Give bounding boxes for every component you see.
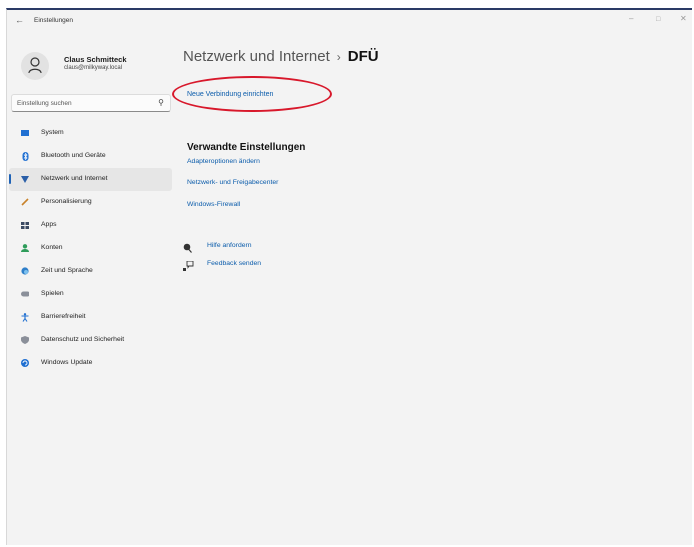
sidebar-item-apps[interactable]: Apps xyxy=(9,214,172,237)
breadcrumb-separator: › xyxy=(336,50,341,64)
page-title: Netzwerk und Internet › DFÜ xyxy=(183,48,379,65)
sidebar-item-label: Apps xyxy=(41,221,57,228)
feedback-label: Feedback senden xyxy=(207,260,262,267)
sidebar-item-label: Netzwerk und Internet xyxy=(41,175,108,182)
sidebar-nav: System Bluetooth und Geräte Netzwerk und… xyxy=(9,122,177,375)
gamepad-icon xyxy=(21,290,29,298)
avatar xyxy=(21,52,49,80)
windows-firewall-link[interactable]: Windows-Firewall xyxy=(187,201,240,208)
sidebar-item-accounts[interactable]: Konten xyxy=(9,237,172,260)
accessibility-icon xyxy=(21,312,29,322)
clock-globe-icon xyxy=(21,267,29,275)
help-icon xyxy=(183,240,193,253)
minimize-button[interactable]: – xyxy=(629,14,633,23)
network-sharing-center-link[interactable]: Netzwerk- und Freigabecenter xyxy=(187,179,278,186)
title-bar: ← Einstellungen – □ ✕ xyxy=(7,10,692,32)
network-icon xyxy=(21,175,29,183)
sidebar-item-label: Zeit und Sprache xyxy=(41,267,93,274)
sidebar-item-gaming[interactable]: Spielen xyxy=(9,283,172,306)
bluetooth-icon xyxy=(21,151,29,161)
sidebar-item-accessibility[interactable]: Barrierefreiheit xyxy=(9,306,172,329)
close-button[interactable]: ✕ xyxy=(680,14,687,23)
system-icon xyxy=(21,129,29,137)
person-icon xyxy=(28,57,42,74)
maximize-button[interactable]: □ xyxy=(656,16,660,23)
help-label: Hilfe anfordern xyxy=(207,242,252,249)
search-placeholder: Einstellung suchen xyxy=(17,100,72,107)
active-indicator xyxy=(9,174,11,184)
app-title: Einstellungen xyxy=(34,17,74,24)
user-profile[interactable]: Claus Schmitteck claus@milkyway.local xyxy=(17,52,177,92)
adapter-options-link[interactable]: Adapteroptionen ändern xyxy=(187,158,260,165)
sidebar-item-privacy-security[interactable]: Datenschutz und Sicherheit xyxy=(9,329,172,352)
sidebar-item-bluetooth[interactable]: Bluetooth und Geräte xyxy=(9,145,172,168)
sidebar-item-label: Datenschutz und Sicherheit xyxy=(41,336,125,343)
sidebar-item-windows-update[interactable]: Windows Update xyxy=(9,352,172,375)
apps-icon xyxy=(21,221,29,229)
settings-window: ← Einstellungen – □ ✕ Claus Schmitteck c… xyxy=(6,8,692,545)
sidebar-item-time-language[interactable]: Zeit und Sprache xyxy=(9,260,172,283)
sidebar-item-label: Personalisierung xyxy=(41,198,92,205)
sidebar-item-label: Bluetooth und Geräte xyxy=(41,152,106,159)
shield-icon xyxy=(21,336,29,344)
accounts-person-icon xyxy=(21,244,29,252)
sidebar-item-network[interactable]: Netzwerk und Internet xyxy=(9,168,172,191)
feedback-icon xyxy=(183,258,194,271)
sidebar-item-label: System xyxy=(41,129,64,136)
sidebar-item-label: Barrierefreiheit xyxy=(41,313,86,320)
sidebar-item-system[interactable]: System xyxy=(9,122,172,145)
back-arrow-icon[interactable]: ← xyxy=(15,15,24,25)
update-icon xyxy=(21,359,29,367)
highlight-circle-annotation xyxy=(172,76,332,112)
sidebar-item-label: Windows Update xyxy=(41,359,93,366)
related-settings-heading: Verwandte Einstellungen xyxy=(187,142,306,153)
sidebar-item-personalization[interactable]: Personalisierung xyxy=(9,191,172,214)
user-email: claus@milkyway.local xyxy=(64,65,122,71)
sidebar-item-label: Konten xyxy=(41,244,63,251)
breadcrumb-parent[interactable]: Netzwerk und Internet xyxy=(183,48,330,65)
search-icon[interactable]: ⚲ xyxy=(158,98,164,107)
sidebar-item-label: Spielen xyxy=(41,290,64,297)
pen-icon xyxy=(21,198,29,206)
search-input[interactable]: Einstellung suchen ⚲ xyxy=(11,94,171,112)
breadcrumb-current: DFÜ xyxy=(347,48,379,65)
user-name: Claus Schmitteck xyxy=(64,55,127,64)
